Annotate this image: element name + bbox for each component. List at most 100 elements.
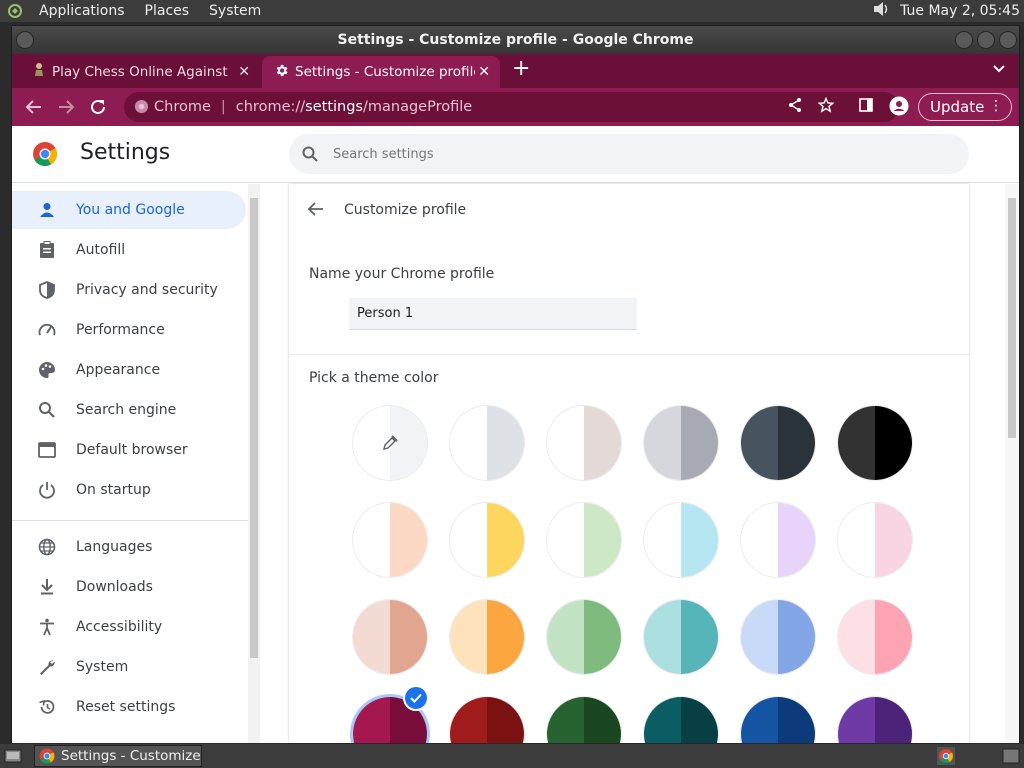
sidebar-item-system[interactable]: System	[12, 648, 246, 686]
close-window-button[interactable]	[999, 31, 1017, 49]
profile-avatar-icon[interactable]	[889, 96, 909, 120]
swatch-right-half	[584, 503, 621, 577]
swatch-right-half	[390, 600, 427, 674]
volume-icon[interactable]	[872, 0, 892, 22]
theme-color-swatch[interactable]	[353, 600, 427, 674]
tab-close-icon[interactable]: ✕	[478, 64, 490, 80]
theme-color-swatch[interactable]	[547, 503, 621, 577]
theme-color-swatch[interactable]	[838, 503, 912, 577]
settings-search-box[interactable]	[289, 134, 969, 174]
theme-color-swatch[interactable]	[353, 406, 427, 480]
theme-color-swatch[interactable]	[450, 406, 524, 480]
theme-color-swatch[interactable]	[741, 697, 815, 743]
sidebar-item-downloads[interactable]: Downloads	[12, 568, 246, 606]
clipboard-icon	[37, 240, 57, 260]
theme-color-swatch[interactable]	[644, 503, 718, 577]
share-icon[interactable]	[787, 97, 803, 117]
theme-color-swatch[interactable]	[644, 600, 718, 674]
sidebar-item-on-startup[interactable]: On startup	[12, 471, 246, 509]
applications-menu[interactable]: Applications	[34, 3, 130, 19]
customize-profile-card: Customize profile Name your Chrome profi…	[289, 184, 969, 743]
theme-color-swatch[interactable]	[741, 503, 815, 577]
tab-settings[interactable]: Settings - Customize profile ✕	[262, 56, 500, 88]
theme-color-swatch[interactable]	[450, 697, 524, 743]
selected-checkmark-icon	[403, 685, 429, 711]
minimize-button[interactable]	[955, 31, 973, 49]
theme-color-swatch[interactable]	[741, 406, 815, 480]
swatch-left-half	[838, 503, 875, 577]
bookmark-star-icon[interactable]	[817, 96, 835, 117]
maximize-button[interactable]	[977, 31, 995, 49]
speedometer-icon	[37, 320, 57, 340]
scrollbar-thumb[interactable]	[250, 198, 258, 658]
search-input[interactable]	[333, 146, 933, 162]
theme-color-swatch[interactable]	[644, 406, 718, 480]
window-titlebar[interactable]: Settings - Customize profile - Google Ch…	[12, 26, 1019, 54]
content-scrollbar[interactable]	[1005, 184, 1019, 743]
forward-arrow-icon[interactable]	[54, 95, 78, 119]
gnome-logo-icon[interactable]	[6, 2, 24, 20]
swatch-left-half	[353, 697, 390, 743]
theme-color-swatch[interactable]	[547, 697, 621, 743]
sidebar-item-reset-settings[interactable]: Reset settings	[12, 688, 246, 726]
swatch-left-half	[450, 503, 487, 577]
sidebar-item-appearance[interactable]: Appearance	[12, 351, 246, 389]
update-button[interactable]: Update ⋮	[918, 93, 1012, 121]
back-arrow-icon[interactable]	[307, 200, 327, 220]
taskbar-item-chrome[interactable]: Settings - Customize...	[34, 745, 202, 767]
places-menu[interactable]: Places	[140, 3, 195, 19]
sidebar-item-accessibility[interactable]: Accessibility	[12, 608, 246, 646]
theme-color-swatch[interactable]	[741, 600, 815, 674]
theme-color-swatch[interactable]	[353, 503, 427, 577]
kebab-menu-icon[interactable]: ⋮	[989, 98, 1003, 114]
sidebar-scrollbar[interactable]	[248, 184, 260, 743]
theme-color-swatch[interactable]	[838, 697, 912, 743]
reload-icon[interactable]	[86, 95, 110, 119]
profile-name-input[interactable]	[349, 298, 637, 330]
theme-color-swatch[interactable]	[547, 406, 621, 480]
theme-color-swatch[interactable]	[450, 600, 524, 674]
theme-color-swatch[interactable]	[547, 600, 621, 674]
sidebar-item-default-browser[interactable]: Default browser	[12, 431, 246, 469]
sidebar-item-languages[interactable]: Languages	[12, 528, 246, 566]
show-desktop-icon[interactable]	[4, 747, 22, 768]
swatch-right-half	[487, 406, 524, 480]
chess-pawn-icon	[32, 62, 46, 82]
settings-header: Settings	[12, 126, 1019, 183]
section-divider	[289, 354, 969, 355]
theme-color-swatch[interactable]	[838, 406, 912, 480]
sidebar-item-label: System	[76, 659, 129, 675]
tab-search-chevron-icon[interactable]	[993, 62, 1005, 76]
sidebar-item-performance[interactable]: Performance	[12, 311, 246, 349]
tray-chrome-icon[interactable]	[937, 747, 955, 768]
sidebar-item-label: Reset settings	[76, 699, 176, 715]
clock[interactable]: Tue May 2, 05:45	[900, 3, 1020, 19]
back-arrow-icon[interactable]	[22, 95, 46, 119]
swatch-right-half	[778, 406, 815, 480]
url-host: settings	[305, 99, 363, 115]
address-bar[interactable]: Chrome | chrome://settings/manageProfile	[124, 92, 899, 122]
swatch-left-half	[353, 503, 390, 577]
sidebar-item-you-and-google[interactable]: You and Google	[12, 191, 246, 229]
scrollbar-thumb[interactable]	[1008, 198, 1016, 438]
tab-chess[interactable]: Play Chess Online Against the Computer ✕	[20, 56, 260, 88]
sidebar-item-privacy[interactable]: Privacy and security	[12, 271, 246, 309]
new-tab-button[interactable]: +	[512, 58, 530, 80]
sidebar-item-autofill[interactable]: Autofill	[12, 231, 246, 269]
window-menu-button[interactable]	[16, 31, 34, 49]
sidebar-item-search-engine[interactable]: Search engine	[12, 391, 246, 429]
theme-color-swatch[interactable]	[644, 697, 718, 743]
side-panel-icon[interactable]	[858, 97, 874, 117]
tab-close-icon[interactable]: ✕	[238, 64, 250, 80]
theme-color-swatch[interactable]	[838, 600, 912, 674]
swatch-right-half	[487, 600, 524, 674]
workspace-switcher[interactable]	[1002, 748, 1020, 768]
system-menu[interactable]: System	[204, 3, 266, 19]
card-title: Customize profile	[344, 202, 467, 218]
theme-color-swatch[interactable]	[450, 503, 524, 577]
chrome-logo-icon	[39, 748, 55, 768]
swatch-left-half	[450, 697, 487, 743]
swatch-right-half	[875, 503, 912, 577]
swatch-right-half	[584, 406, 621, 480]
person-icon	[37, 200, 57, 220]
